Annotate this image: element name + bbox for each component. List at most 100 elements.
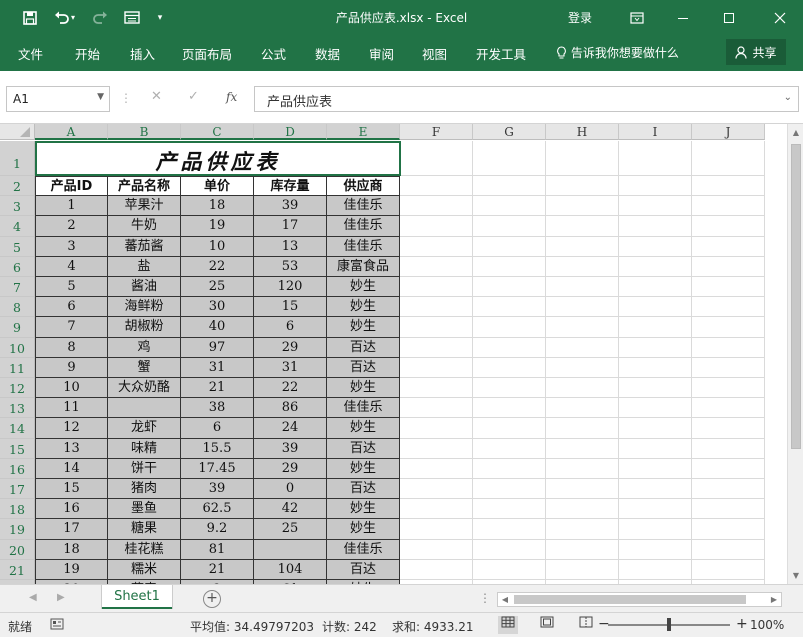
empty-cell[interactable] bbox=[546, 176, 619, 197]
table-cell[interactable]: 15 bbox=[35, 479, 108, 500]
table-cell[interactable]: 6 bbox=[181, 418, 254, 439]
empty-cell[interactable] bbox=[692, 519, 765, 540]
table-title-cell[interactable]: 产品供应表 bbox=[35, 141, 401, 176]
empty-cell[interactable] bbox=[546, 297, 619, 318]
empty-cell[interactable] bbox=[619, 519, 692, 540]
empty-cell[interactable] bbox=[400, 479, 473, 500]
table-cell[interactable]: 22 bbox=[181, 256, 254, 277]
table-cell[interactable]: 百达 bbox=[327, 438, 400, 459]
column-header-f[interactable]: F bbox=[400, 124, 473, 140]
tab-home[interactable]: 开始 bbox=[75, 44, 100, 63]
table-cell[interactable]: 10 bbox=[35, 378, 108, 399]
empty-cell[interactable] bbox=[619, 196, 692, 217]
table-cell[interactable]: 胡椒粉 bbox=[108, 317, 181, 338]
table-cell[interactable]: 妙生 bbox=[327, 378, 400, 399]
empty-cell[interactable] bbox=[619, 458, 692, 479]
tab-insert[interactable]: 插入 bbox=[130, 44, 155, 63]
table-cell[interactable]: 佳佳乐 bbox=[327, 196, 400, 217]
table-cell[interactable]: 86 bbox=[254, 398, 327, 419]
row-header-9[interactable]: 9 bbox=[0, 317, 35, 338]
table-cell[interactable]: 15.5 bbox=[181, 438, 254, 459]
table-cell[interactable]: 佳佳乐 bbox=[327, 236, 400, 257]
table-cell[interactable]: 0 bbox=[254, 479, 327, 500]
column-header-h[interactable]: H bbox=[546, 124, 619, 140]
table-cell[interactable]: 42 bbox=[254, 499, 327, 520]
empty-cell[interactable] bbox=[400, 357, 473, 378]
empty-cell[interactable] bbox=[692, 398, 765, 419]
row-header-17[interactable]: 17 bbox=[0, 479, 35, 500]
table-cell[interactable]: 29 bbox=[254, 337, 327, 358]
table-cell[interactable]: 104 bbox=[254, 559, 327, 580]
empty-cell[interactable] bbox=[692, 141, 765, 176]
table-cell[interactable]: 龙虾 bbox=[108, 418, 181, 439]
empty-cell[interactable] bbox=[692, 559, 765, 580]
empty-cell[interactable] bbox=[400, 256, 473, 277]
empty-cell[interactable] bbox=[473, 256, 546, 277]
empty-cell[interactable] bbox=[619, 479, 692, 500]
table-cell[interactable]: 4 bbox=[35, 256, 108, 277]
empty-cell[interactable] bbox=[400, 499, 473, 520]
empty-cell[interactable] bbox=[400, 398, 473, 419]
table-cell[interactable]: 39 bbox=[181, 479, 254, 500]
ribbon-display-icon[interactable] bbox=[614, 0, 660, 35]
row-header-16[interactable]: 16 bbox=[0, 458, 35, 479]
empty-cell[interactable] bbox=[546, 256, 619, 277]
empty-cell[interactable] bbox=[546, 499, 619, 520]
table-cell[interactable]: 饼干 bbox=[108, 458, 181, 479]
table-cell[interactable]: 6 bbox=[254, 317, 327, 338]
zoom-slider-thumb[interactable] bbox=[667, 618, 671, 631]
empty-cell[interactable] bbox=[692, 317, 765, 338]
empty-cell[interactable] bbox=[619, 317, 692, 338]
empty-cell[interactable] bbox=[692, 418, 765, 439]
empty-cell[interactable] bbox=[400, 438, 473, 459]
empty-cell[interactable] bbox=[546, 559, 619, 580]
vertical-scrollbar[interactable]: ▲ ▼ bbox=[787, 124, 803, 584]
table-cell[interactable]: 21 bbox=[181, 378, 254, 399]
table-cell[interactable]: 桂花糕 bbox=[108, 539, 181, 560]
column-header-e[interactable]: E bbox=[327, 124, 400, 140]
row-header-6[interactable]: 6 bbox=[0, 256, 35, 277]
empty-cell[interactable] bbox=[473, 216, 546, 237]
normal-view-icon[interactable] bbox=[498, 616, 518, 634]
row-header-7[interactable]: 7 bbox=[0, 277, 35, 298]
table-cell[interactable]: 17 bbox=[254, 216, 327, 237]
empty-cell[interactable] bbox=[619, 418, 692, 439]
empty-cell[interactable] bbox=[473, 479, 546, 500]
table-cell[interactable]: 19 bbox=[35, 559, 108, 580]
table-cell[interactable]: 妙生 bbox=[327, 297, 400, 318]
empty-cell[interactable] bbox=[473, 398, 546, 419]
next-sheet-icon[interactable]: ▶ bbox=[57, 592, 65, 603]
empty-cell[interactable] bbox=[546, 236, 619, 257]
table-cell[interactable]: 百达 bbox=[327, 357, 400, 378]
row-header-5[interactable]: 5 bbox=[0, 236, 35, 257]
table-cell[interactable]: 佳佳乐 bbox=[327, 539, 400, 560]
empty-cell[interactable] bbox=[692, 479, 765, 500]
page-break-view-icon[interactable] bbox=[576, 616, 596, 634]
table-cell[interactable] bbox=[108, 398, 181, 419]
table-cell[interactable]: 18 bbox=[35, 539, 108, 560]
empty-cell[interactable] bbox=[473, 559, 546, 580]
empty-cell[interactable] bbox=[400, 236, 473, 257]
table-cell[interactable]: 百达 bbox=[327, 337, 400, 358]
row-header-12[interactable]: 12 bbox=[0, 378, 35, 399]
row-header-10[interactable]: 10 bbox=[0, 337, 35, 358]
table-cell[interactable]: 妙生 bbox=[327, 519, 400, 540]
row-header-1[interactable]: 1 bbox=[0, 141, 35, 176]
tab-data[interactable]: 数据 bbox=[315, 44, 340, 63]
share-button[interactable]: 共享 bbox=[726, 39, 786, 65]
zoom-level[interactable]: 100% bbox=[750, 618, 784, 632]
empty-cell[interactable] bbox=[692, 196, 765, 217]
name-box[interactable]: A1 ▼ bbox=[6, 86, 110, 112]
table-cell[interactable]: 9.2 bbox=[181, 519, 254, 540]
table-cell[interactable]: 38 bbox=[181, 398, 254, 419]
column-header-a[interactable]: A bbox=[35, 124, 108, 140]
tab-page-layout[interactable]: 页面布局 bbox=[182, 44, 232, 63]
empty-cell[interactable] bbox=[546, 519, 619, 540]
empty-cell[interactable] bbox=[692, 378, 765, 399]
empty-cell[interactable] bbox=[692, 176, 765, 197]
tab-file[interactable]: 文件 bbox=[18, 44, 43, 63]
table-cell[interactable]: 妙生 bbox=[327, 317, 400, 338]
table-cell[interactable]: 39 bbox=[254, 438, 327, 459]
expand-formula-icon[interactable]: ⌄ bbox=[784, 92, 792, 103]
empty-cell[interactable] bbox=[473, 458, 546, 479]
